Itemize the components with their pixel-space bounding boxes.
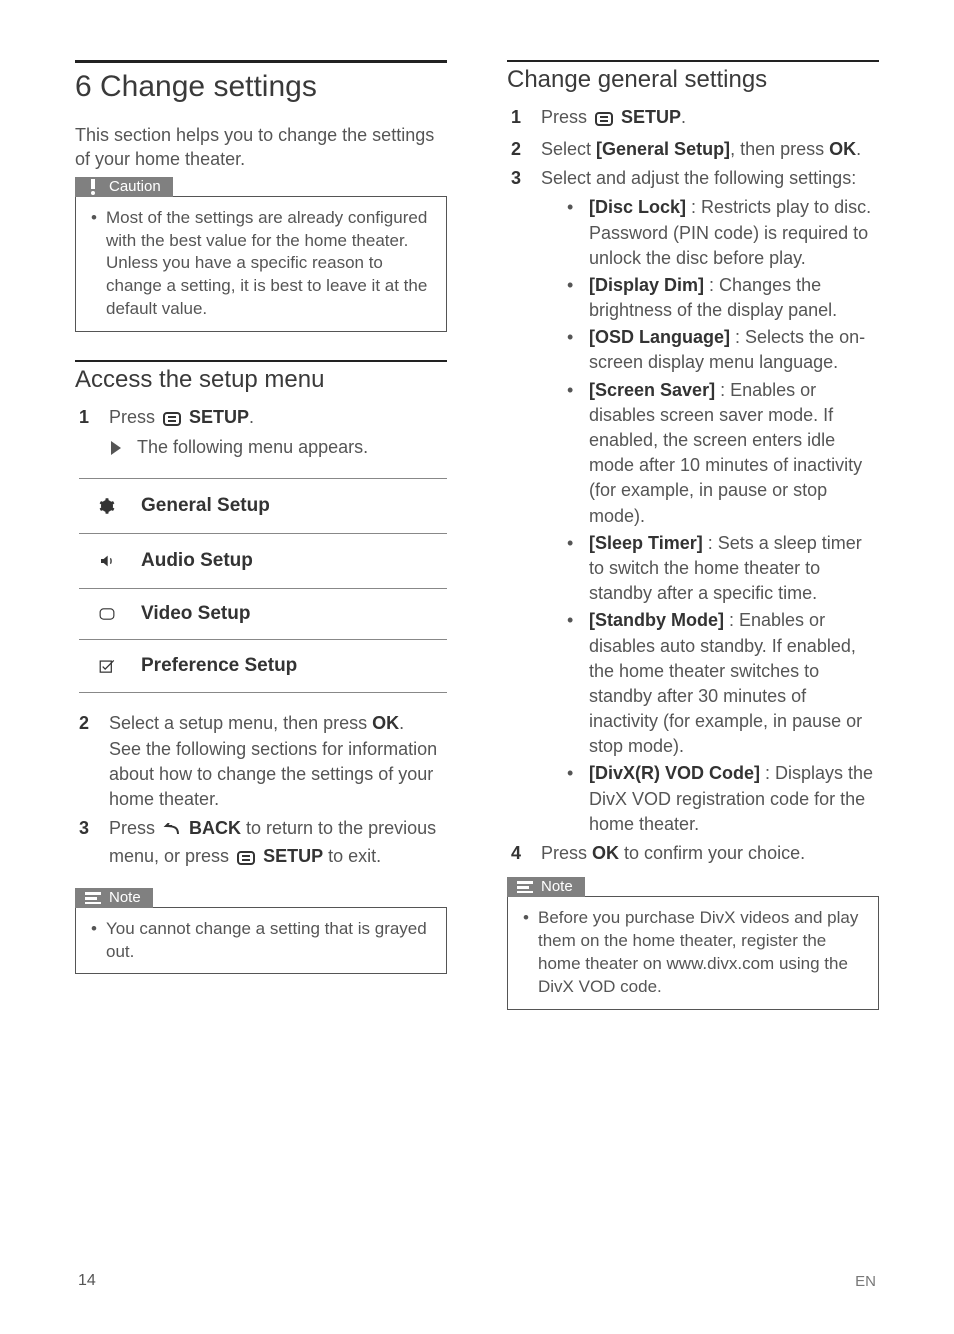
rule <box>75 60 447 63</box>
setting-osd-language: [OSD Language] : Selects the on-screen d… <box>561 325 879 375</box>
setup-icon <box>237 847 255 872</box>
note-callout-right: Note Before you purchase DivX videos and… <box>507 896 879 1010</box>
note-body: Before you purchase DivX videos and play… <box>508 897 878 1009</box>
note-tab: Note <box>507 877 585 897</box>
right-steps: Press SETUP. Select [General Setup], the… <box>541 105 879 866</box>
menu-row-audio: Audio Setup <box>79 534 447 588</box>
step-2: Select a setup menu, then press OK. See … <box>109 711 447 812</box>
setting-screen-saver: [Screen Saver] : Enables or disables scr… <box>561 378 879 529</box>
rule <box>507 60 879 62</box>
r-step-2: Select [General Setup], then press OK. <box>541 137 879 162</box>
r-step-1: Press SETUP. <box>541 105 879 133</box>
gear-icon <box>85 493 119 519</box>
setting-display-dim: [Display Dim] : Changes the brightness o… <box>561 273 879 323</box>
menu-label: Audio Setup <box>141 550 253 572</box>
checkbox-icon <box>85 654 119 678</box>
right-heading: Change general settings <box>507 66 879 95</box>
note-body: You cannot change a setting that is gray… <box>76 908 446 974</box>
setup-icon <box>163 408 181 433</box>
section-title: 6 Change settings <box>75 69 447 105</box>
note-icon <box>85 890 101 906</box>
steps-list-cont: Select a setup menu, then press OK. See … <box>109 711 447 872</box>
menu-label: Preference Setup <box>141 655 297 677</box>
menu-row-preference: Preference Setup <box>79 640 447 692</box>
rule <box>75 360 447 362</box>
setup-icon <box>595 108 613 133</box>
menu-illustration: General Setup Audio Setup Video Setup <box>79 478 447 693</box>
screen-icon <box>85 603 119 625</box>
footer-code: EN <box>855 1273 876 1290</box>
note-label: Note <box>541 880 573 894</box>
settings-list: [Disc Lock] : Restricts play to disc. Pa… <box>561 195 879 837</box>
menu-row-general: General Setup <box>79 479 447 533</box>
menu-label: General Setup <box>141 495 270 517</box>
access-heading: Access the setup menu <box>75 366 447 395</box>
note-callout: Note You cannot change a setting that is… <box>75 907 447 975</box>
left-column: 6 Change settings This section helps you… <box>75 60 457 1038</box>
setting-sleep-timer: [Sleep Timer] : Sets a sleep timer to sw… <box>561 531 879 607</box>
r-step-4: Press OK to confirm your choice. <box>541 841 879 866</box>
step-2-desc: See the following sections for informati… <box>109 737 447 813</box>
note-tab: Note <box>75 888 153 908</box>
setting-disc-lock: [Disc Lock] : Restricts play to disc. Pa… <box>561 195 879 271</box>
caution-body: Most of the settings are already configu… <box>76 197 446 332</box>
menu-label: Video Setup <box>141 603 250 625</box>
note-label: Note <box>109 891 141 905</box>
setting-standby-mode: [Standby Mode] : Enables or disables aut… <box>561 608 879 759</box>
r-step-3: Select and adjust the following settings… <box>541 166 879 837</box>
speaker-icon <box>85 548 119 574</box>
back-icon <box>163 819 181 844</box>
right-column: Change general settings Press SETUP. Sel… <box>497 60 879 1038</box>
step-1: Press SETUP. The following menu appears. <box>109 405 447 460</box>
steps-list: Press SETUP. The following menu appears. <box>109 405 447 460</box>
setting-divx-vod: [DivX(R) VOD Code] : Displays the DivX V… <box>561 761 879 837</box>
intro-paragraph: This section helps you to change the set… <box>75 123 447 172</box>
caution-label: Caution <box>109 180 161 194</box>
caution-callout: Caution Most of the settings are already… <box>75 196 447 333</box>
caution-icon <box>85 179 101 195</box>
caution-tab: Caution <box>75 177 173 197</box>
note-icon <box>517 879 533 895</box>
step-1-result: The following menu appears. <box>109 435 447 460</box>
menu-row-video: Video Setup <box>79 589 447 639</box>
page: 6 Change settings This section helps you… <box>0 0 954 1068</box>
page-number: 14 <box>78 1272 96 1290</box>
step-3: Press BACK to return to the previous men… <box>109 816 447 872</box>
